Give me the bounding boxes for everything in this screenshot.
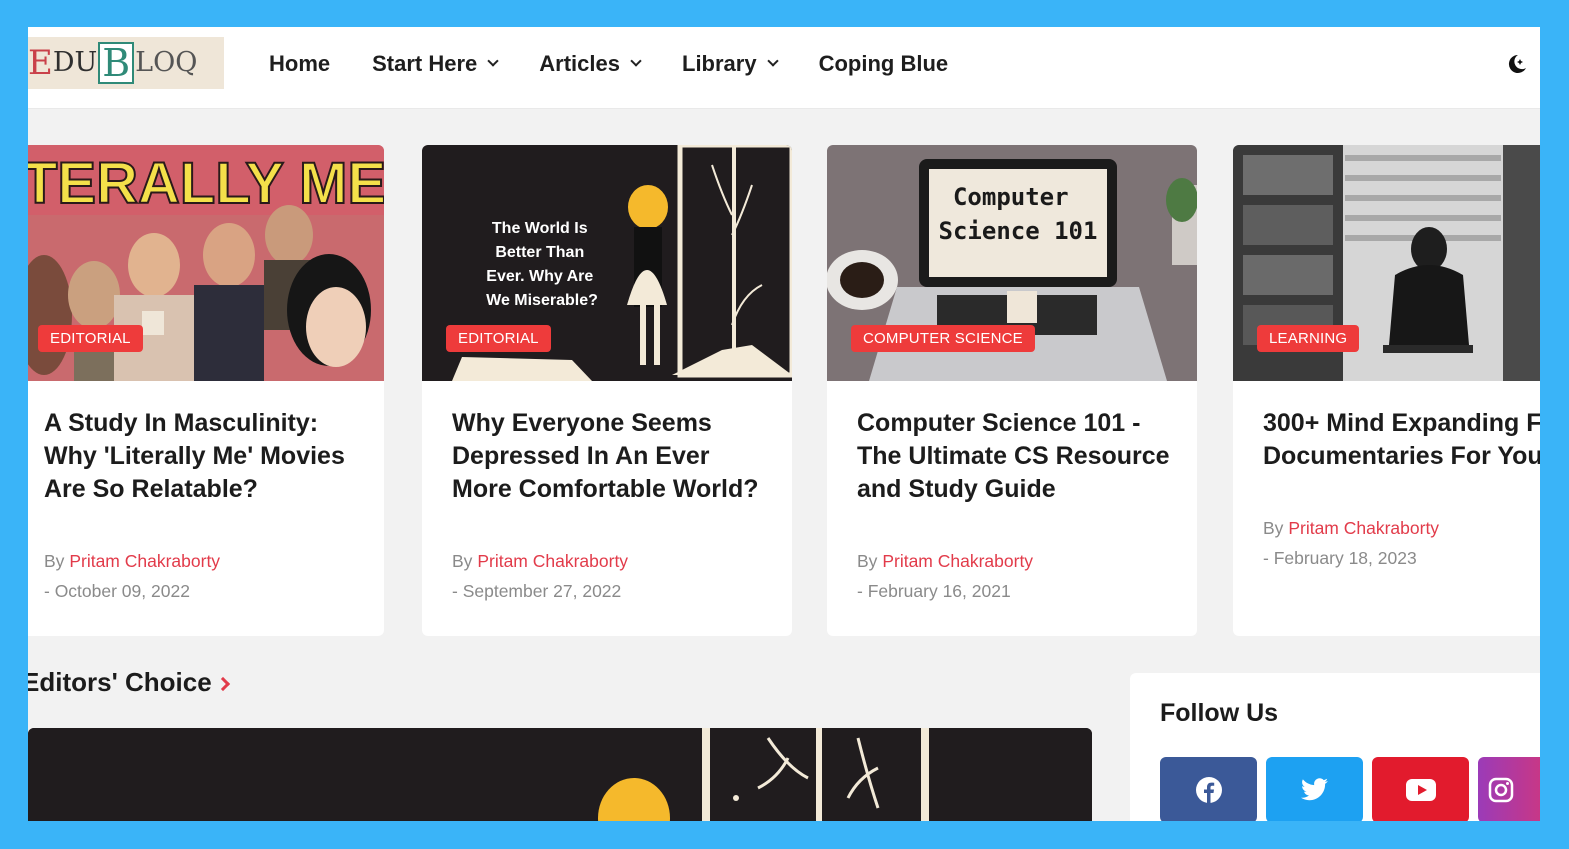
section-title-text: Editors' Choice	[28, 667, 212, 697]
chevron-right-icon	[215, 676, 230, 691]
author-link[interactable]: Pritam Chakraborty	[69, 551, 220, 571]
author-link[interactable]: Pritam Chakraborty	[1288, 518, 1439, 538]
nav-label: Coping Blue	[818, 51, 949, 76]
chevron-down-icon	[487, 55, 499, 67]
post-card[interactable]: Computer Science 101 COMPUTER SCIENCE Co…	[827, 145, 1197, 636]
author-link[interactable]: Pritam Chakraborty	[882, 551, 1033, 571]
nav-coping-blue[interactable]: Coping Blue	[819, 51, 949, 77]
post-date: - September 27, 2022	[452, 581, 622, 601]
thumb-text-line: Computer	[953, 183, 1069, 211]
byline-prefix: By	[1263, 518, 1284, 538]
nav-start-here[interactable]: Start Here	[372, 51, 499, 77]
moon-icon[interactable]	[1506, 53, 1528, 75]
post-thumbnail[interactable]: LEARNING	[1233, 145, 1540, 381]
post-title[interactable]: Why Everyone Seems Depressed In An Ever …	[452, 407, 772, 506]
thumb-headline: TERALLY ME	[28, 151, 384, 216]
post-card[interactable]: LEARNING 300+ Mind Expanding Free Docume…	[1233, 145, 1540, 636]
nav-home[interactable]: Home	[269, 51, 330, 77]
editors-choice-feature-image[interactable]	[28, 728, 1092, 821]
page-viewport: E DU B LOQ Home Start Here Articles Libr…	[28, 27, 1540, 821]
post-byline: By Pritam Chakraborty	[857, 551, 1033, 572]
category-badge[interactable]: EDITORIAL	[38, 325, 143, 352]
post-date: - February 18, 2023	[1263, 548, 1417, 568]
featured-cards: TERALLY ME EDITORIAL A Study In Masculin…	[28, 145, 1540, 637]
instagram-button[interactable]	[1478, 757, 1540, 821]
site-logo[interactable]: E DU B LOQ	[28, 37, 224, 89]
post-card[interactable]: The World Is Better Than Ever. Why Are W…	[422, 145, 792, 636]
facebook-icon	[1195, 777, 1222, 803]
logo-letter: LOQ	[135, 47, 198, 78]
instagram-icon	[1488, 777, 1513, 803]
widget-title: Follow Us	[1160, 699, 1279, 727]
editors-choice-heading[interactable]: Editors' Choice	[28, 667, 230, 698]
post-byline: By Pritam Chakraborty	[1263, 518, 1439, 539]
byline-prefix: By	[452, 551, 473, 571]
byline-prefix: By	[857, 551, 878, 571]
logo-letter: B	[98, 42, 135, 84]
facebook-button[interactable]	[1160, 757, 1257, 821]
post-date: - October 09, 2022	[44, 581, 190, 601]
category-badge[interactable]: COMPUTER SCIENCE	[851, 325, 1035, 352]
post-title[interactable]: 300+ Mind Expanding Free Documentaries F…	[1263, 407, 1540, 473]
feature-illustration	[28, 728, 1092, 821]
post-title[interactable]: A Study In Masculinity: Why 'Literally M…	[44, 407, 364, 506]
nav-label: Library	[682, 51, 757, 76]
nav-label: Articles	[539, 51, 620, 76]
logo-letter: DU	[52, 47, 98, 78]
category-badge[interactable]: LEARNING	[1257, 325, 1360, 352]
youtube-icon	[1405, 779, 1436, 801]
thumb-text-line: The World Is	[492, 220, 588, 237]
post-byline: By Pritam Chakraborty	[44, 551, 220, 572]
post-thumbnail[interactable]: Computer Science 101 COMPUTER SCIENCE	[827, 145, 1197, 381]
post-thumbnail[interactable]: The World Is Better Than Ever. Why Are W…	[422, 145, 792, 381]
byline-prefix: By	[44, 551, 65, 571]
thumb-text-line: We Miserable?	[486, 292, 598, 309]
thumb-text-line: Ever. Why Are	[486, 268, 593, 285]
category-badge[interactable]: EDITORIAL	[446, 325, 551, 352]
nav-articles[interactable]: Articles	[539, 51, 642, 77]
post-title[interactable]: Computer Science 101 - The Ultimate CS R…	[857, 407, 1177, 506]
nav-label: Home	[269, 51, 331, 76]
chevron-down-icon	[630, 55, 642, 67]
nav-label: Start Here	[372, 51, 478, 76]
site-header: E DU B LOQ Home Start Here Articles Libr…	[28, 27, 1540, 109]
post-byline: By Pritam Chakraborty	[452, 551, 628, 572]
post-card[interactable]: TERALLY ME EDITORIAL A Study In Masculin…	[28, 145, 384, 636]
post-date: - February 16, 2021	[857, 581, 1011, 601]
author-link[interactable]: Pritam Chakraborty	[477, 551, 628, 571]
logo-letter: E	[28, 43, 53, 83]
post-thumbnail[interactable]: TERALLY ME EDITORIAL	[28, 145, 384, 381]
twitter-button[interactable]	[1266, 757, 1363, 821]
chevron-down-icon	[766, 55, 779, 67]
follow-us-widget: Follow Us	[1130, 673, 1540, 821]
twitter-icon	[1300, 778, 1328, 801]
youtube-button[interactable]	[1372, 757, 1469, 821]
thumb-text-line: Science 101	[939, 217, 1098, 245]
main-nav: Home Start Here Articles Library Coping …	[269, 27, 990, 101]
thumb-text-line: Better Than	[495, 244, 584, 261]
nav-library[interactable]: Library	[682, 51, 779, 77]
